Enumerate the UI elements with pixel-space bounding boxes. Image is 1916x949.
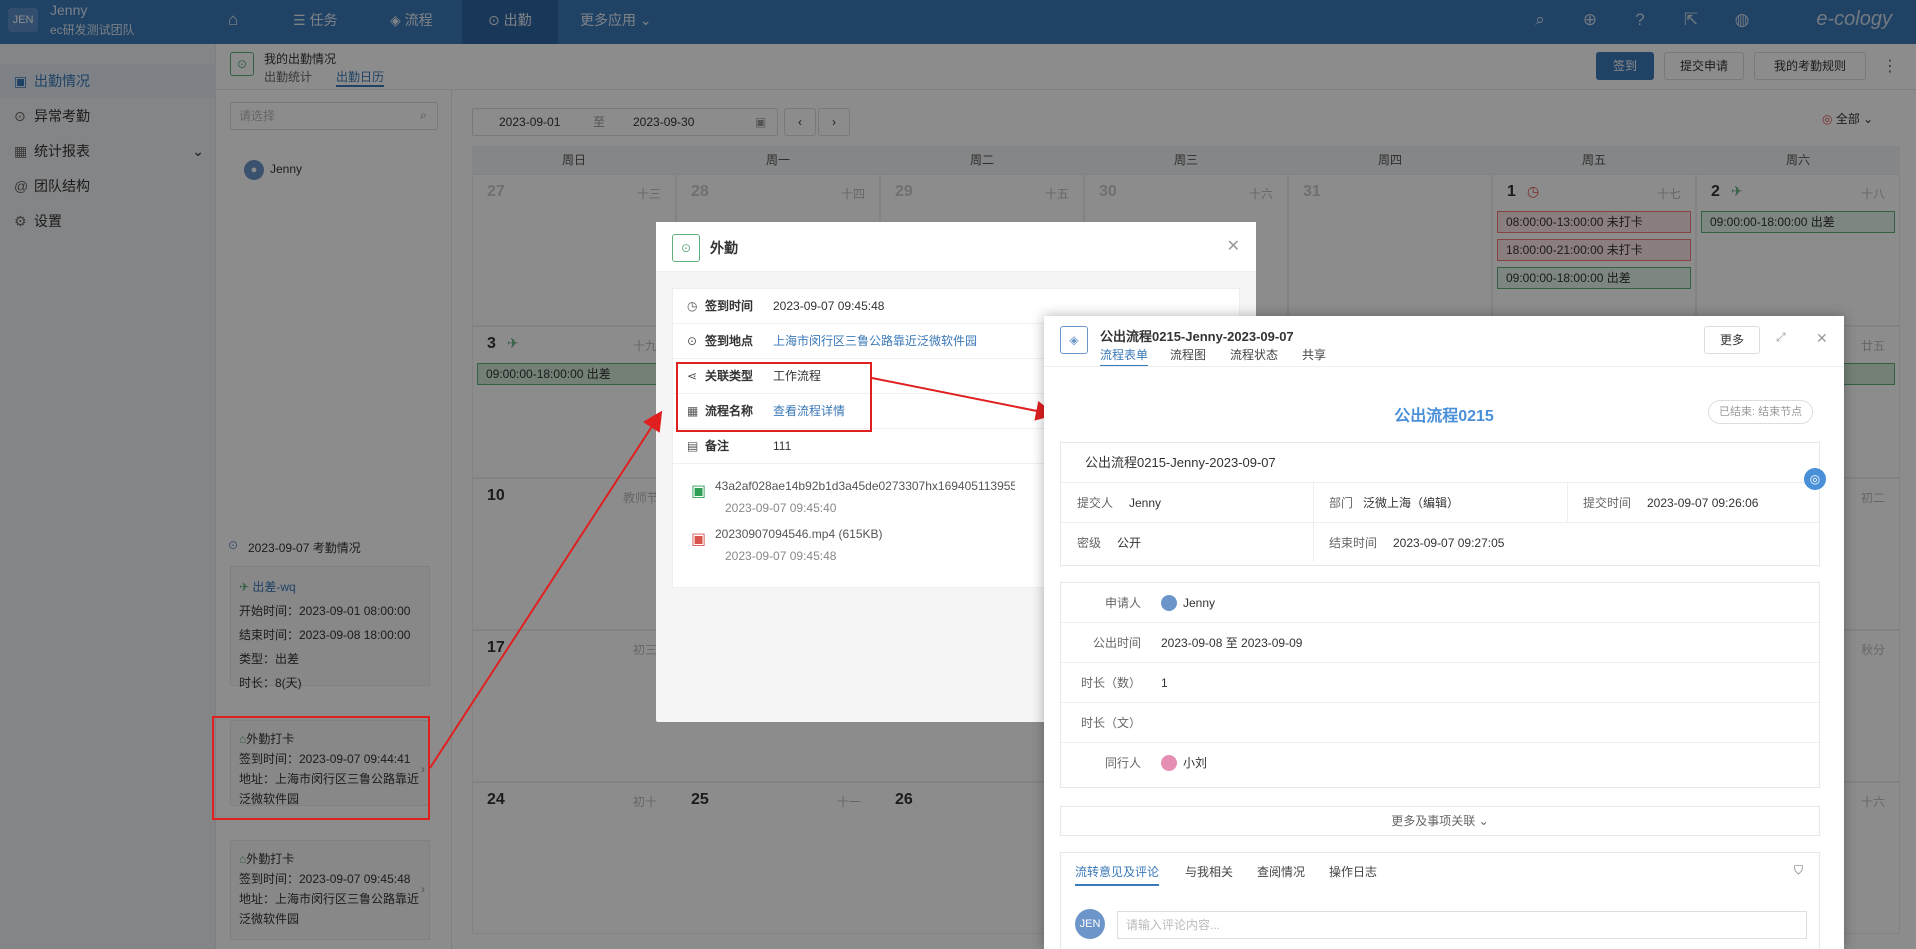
- tab-flowchart[interactable]: 流程图: [1170, 346, 1206, 363]
- tab-share[interactable]: 共享: [1302, 346, 1326, 363]
- field-label: 时长（文）: [1080, 716, 1141, 730]
- divider: [1044, 366, 1844, 367]
- panel-title: 公出流程0215-Jenny-2023-09-07: [1100, 329, 1294, 344]
- field-label: 提交人: [1077, 496, 1114, 510]
- field-row: 申请人 Jenny: [1061, 583, 1819, 623]
- tab-related-me[interactable]: 与我相关: [1185, 863, 1233, 880]
- header-fields: 公出流程0215-Jenny-2023-09-07 提交人 Jenny 部门 泛…: [1060, 442, 1820, 566]
- comment-input[interactable]: 请输入评论内容...: [1117, 911, 1807, 939]
- field-value: 泛微上海（编辑）: [1363, 496, 1460, 510]
- field-value[interactable]: 小刘: [1183, 743, 1207, 783]
- field-label: 申请人: [1104, 596, 1141, 610]
- field-value: 2023-09-07 09:27:05: [1393, 536, 1505, 550]
- field-value: 2023-09-07 09:26:06: [1647, 496, 1759, 510]
- chevron-down-icon: ⌄: [1478, 814, 1489, 828]
- record-title: 公出流程0215-Jenny-2023-09-07: [1061, 443, 1819, 483]
- comment-section: 流转意见及评论 与我相关 查阅情况 操作日志 ⛉ JEN 请输入评论内容...: [1060, 852, 1820, 949]
- more-related-toggle[interactable]: 更多及事项关联 ⌄: [1060, 806, 1820, 836]
- status-badge: 已结束: 结束节点: [1708, 400, 1814, 424]
- field-value: 2023-09-08 至 2023-09-09: [1161, 636, 1303, 650]
- more-button[interactable]: 更多: [1704, 326, 1760, 354]
- field-value: 公开: [1117, 536, 1142, 550]
- field-row: 时长（数） 1: [1061, 663, 1819, 703]
- tab-op-log[interactable]: 操作日志: [1329, 863, 1377, 880]
- field-label: 密级: [1077, 536, 1102, 550]
- workflow-panel: ◈ 公出流程0215-Jenny-2023-09-07 流程表单 流程图 流程状…: [1044, 316, 1844, 949]
- field-label: 提交时间: [1583, 496, 1632, 510]
- field-value: Jenny: [1129, 496, 1162, 510]
- filter-icon[interactable]: ⛉: [1794, 863, 1803, 878]
- field-label: 同行人: [1104, 756, 1141, 770]
- field-value[interactable]: Jenny: [1183, 583, 1215, 623]
- more-related-label: 更多及事项关联: [1391, 814, 1476, 828]
- field-label: 公出时间: [1092, 636, 1141, 650]
- tab-read-status[interactable]: 查阅情况: [1257, 863, 1305, 880]
- field-row: 同行人 小刘: [1061, 743, 1819, 783]
- tab-form[interactable]: 流程表单: [1100, 346, 1149, 367]
- avatar: JEN: [1075, 909, 1105, 939]
- field-row: 公出时间 2023-09-08 至 2023-09-09: [1061, 623, 1819, 663]
- meta-row: 提交人 Jenny 部门 泛微上海（编辑） 提交时间 2023-09-07 09…: [1061, 483, 1819, 523]
- tab-flowstatus[interactable]: 流程状态: [1230, 346, 1278, 363]
- layers-icon: ◈: [1060, 326, 1088, 354]
- field-value: 1: [1161, 676, 1168, 690]
- tab-comments[interactable]: 流转意见及评论: [1075, 863, 1160, 886]
- field-label: 结束时间: [1329, 536, 1378, 550]
- target-icon[interactable]: ◎: [1804, 468, 1826, 490]
- field-row: 时长（文）: [1061, 703, 1819, 743]
- meta-row: 密级 公开 结束时间 2023-09-07 09:27:05: [1061, 523, 1819, 563]
- body-fields: 申请人 Jenny 公出时间 2023-09-08 至 2023-09-09 时长（…: [1060, 582, 1820, 788]
- expand-icon[interactable]: ⤢: [1776, 330, 1786, 345]
- field-label: 部门: [1329, 496, 1354, 510]
- close-icon[interactable]: ✕: [1816, 330, 1828, 347]
- field-label: 时长（数）: [1080, 676, 1141, 690]
